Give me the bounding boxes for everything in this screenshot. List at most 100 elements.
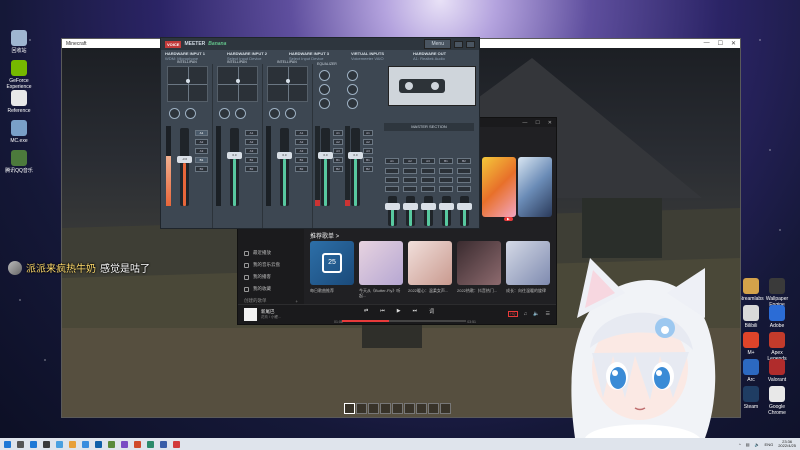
taskbar-app-icon[interactable] [43,440,50,448]
mute-button[interactable] [421,186,435,192]
master-fader[interactable] [457,196,472,226]
sidebar-item-podcast[interactable]: 我的播客 [244,271,298,283]
taskbar-app-icon[interactable] [160,440,167,448]
desktop-icon[interactable]: Reference [2,90,36,114]
mono-button[interactable] [439,168,453,174]
maximize-icon[interactable]: ☐ [535,120,539,126]
taskbar-app-icon[interactable] [147,440,154,448]
bus-button[interactable]: A1 [363,130,373,136]
bus-button[interactable]: B2 [333,166,343,172]
bus-button[interactable]: B2 [245,166,258,172]
progress-bar[interactable] [342,320,466,322]
minimize-icon[interactable]: — [704,40,710,47]
bus-button[interactable]: A3 [333,148,343,154]
bus-button[interactable]: B2 [363,166,373,172]
gain-fader[interactable]: 0.0 [227,128,242,206]
desktop-icon[interactable]: Steam [738,386,764,410]
virtual-header[interactable]: VIRTUAL INPUTS Voicemeeter VAIO [351,51,413,63]
desktop-icon[interactable]: 腾讯QQ音乐 [2,150,36,174]
gate-knob[interactable] [285,108,296,119]
desktop-icon[interactable]: MC.exe [2,120,36,144]
eq-knob[interactable] [347,98,358,109]
master-bus-label[interactable]: A3 [421,158,435,164]
bus-button[interactable]: B2 [195,166,208,172]
bus-button[interactable]: A3 [245,148,258,154]
gain-fader[interactable]: 0.0 [318,128,333,206]
gain-fader[interactable]: 0.0 [277,128,292,206]
gate-knob[interactable] [235,108,246,119]
bus-button[interactable]: A2 [245,139,258,145]
album-cover[interactable] [244,308,257,321]
maximize-icon[interactable]: ☐ [718,40,723,47]
start-icon[interactable] [4,440,11,448]
bus-button[interactable]: A1 [333,130,343,136]
desktop-icon[interactable]: Streamlabs [738,278,764,302]
quality-badge[interactable]: HQ [508,311,518,317]
mono-button[interactable] [457,168,471,174]
bus-button[interactable]: B1 [245,157,258,163]
taskbar-app-icon[interactable] [173,440,180,448]
eq-knob[interactable] [319,84,330,95]
bus-button[interactable]: A3 [295,148,308,154]
banner-image[interactable] [482,157,516,217]
taskbar-app-icon[interactable] [108,440,115,448]
taskbar-app-icon[interactable] [82,440,89,448]
desktop-icon[interactable]: Wallpaper Engine [764,278,790,308]
playlist-tile[interactable]: 成长：向往温暖的旋律 [506,241,550,298]
playlist-cover[interactable] [408,241,452,285]
master-bus-label[interactable]: A2 [403,158,417,164]
bus-button[interactable]: A1 [195,130,208,136]
bus-button[interactable]: A2 [333,139,343,145]
banner-image[interactable] [518,157,552,217]
comp-knob[interactable] [169,108,180,119]
volume-icon[interactable]: 🔈 [533,311,539,317]
taskbar-app-icon[interactable] [56,440,63,448]
mono-button[interactable] [421,168,435,174]
taskbar-app-icon[interactable] [30,440,37,448]
effects-icon[interactable]: ♫ [524,311,528,317]
language-indicator[interactable]: ENG [765,442,774,447]
desktop-icon[interactable]: Apex Legends [764,332,790,362]
playlist-tile[interactable]: 2022热歌：抖音热门... [457,241,501,298]
mute-button[interactable] [439,186,453,192]
gate-knob[interactable] [185,108,196,119]
volume-icon[interactable]: 🔈 [755,442,760,447]
pan-handle[interactable] [235,78,240,83]
playlist-tile[interactable]: 25 每日歌曲推荐 [310,241,354,298]
bus-button[interactable]: A2 [295,139,308,145]
sidebar-item-favorites[interactable]: 我的收藏 [244,283,298,295]
intellipan-pad[interactable] [167,66,208,102]
network-icon[interactable]: ▤ [746,442,750,447]
play-icon[interactable]: ▶ [397,308,401,315]
master-fader[interactable] [385,196,400,226]
close-icon[interactable]: ✕ [548,120,552,126]
shuffle-icon[interactable]: ⇄ [364,308,368,315]
chevron-up-icon[interactable]: ^ [739,442,741,447]
sidebar-item-recent[interactable]: 最近播放 [244,247,298,259]
gain-fader[interactable]: -3.6 [177,128,192,206]
mono-button[interactable] [385,168,399,174]
pan-handle[interactable] [185,78,190,83]
clock[interactable]: 23:36 2022/4/25 [778,440,796,448]
bus-button[interactable]: A2 [195,139,208,145]
plus-icon[interactable]: + [295,299,298,304]
bus-button[interactable]: B1 [295,157,308,163]
master-bus-label[interactable]: A1 [385,158,399,164]
playlist-tile[interactable]: 2022暖心：温柔女声... [408,241,452,298]
sidebar-item-cloud[interactable]: 我的音乐云盘 [244,259,298,271]
gain-fader[interactable]: 0.0 [348,128,363,206]
comp-knob[interactable] [219,108,230,119]
eq-knob[interactable] [347,84,358,95]
bus-button[interactable]: B1 [195,157,208,163]
mono-button[interactable] [403,168,417,174]
bus-button[interactable]: B2 [295,166,308,172]
playlist-cover[interactable] [506,241,550,285]
section-title[interactable]: 推荐歌单 > [310,231,339,240]
playlist-icon[interactable]: ☰ [546,311,550,317]
mute-button[interactable] [385,186,399,192]
desktop-icon[interactable]: 回收站 [2,30,36,54]
playlist-cover[interactable]: 25 [310,241,354,285]
eq-knob[interactable] [347,70,358,81]
next-icon[interactable]: ⏭ [413,308,418,315]
intellipan-pad[interactable] [267,66,308,102]
